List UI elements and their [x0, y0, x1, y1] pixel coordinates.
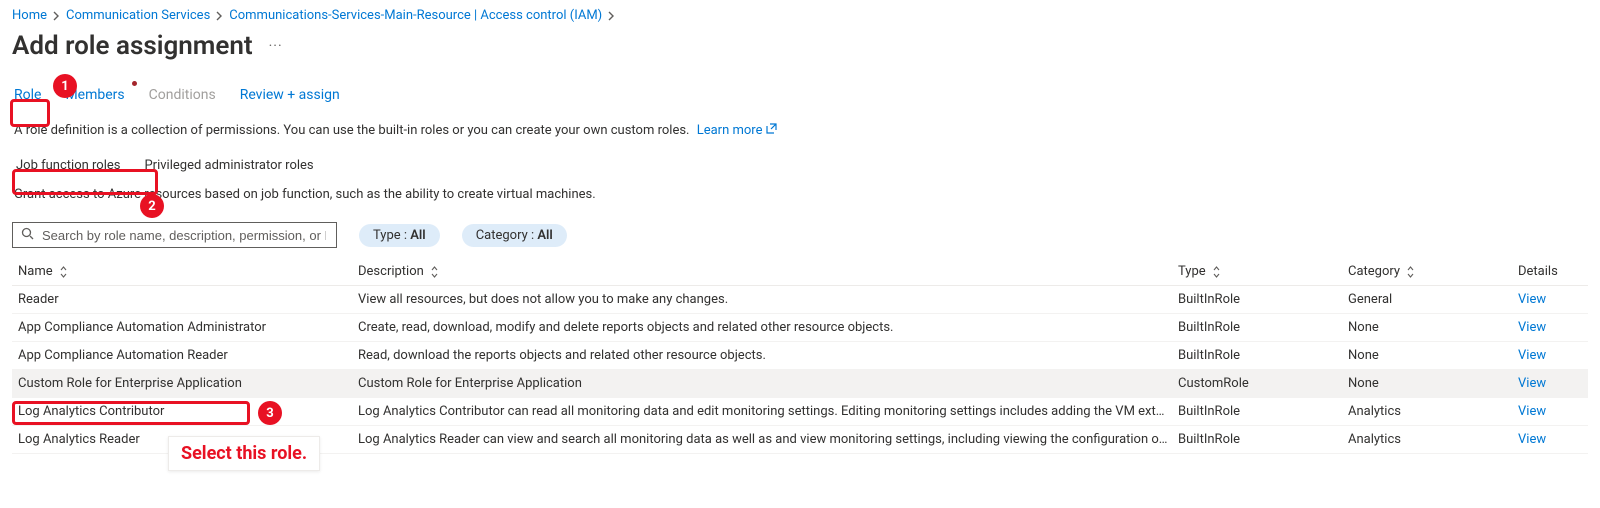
table-row[interactable]: App Compliance Automation Reader Read, d…: [12, 342, 1588, 370]
column-name[interactable]: Name: [18, 264, 358, 279]
title-row: Add role assignment ···: [12, 27, 1588, 83]
column-type-label: Type: [1178, 264, 1206, 279]
subtab-privileged-admin-roles[interactable]: Privileged administrator roles: [142, 154, 315, 177]
search-box[interactable]: [12, 222, 337, 248]
tab-role[interactable]: Role: [12, 83, 43, 107]
external-link-icon: [766, 123, 777, 134]
tab-review-assign[interactable]: Review + assign: [238, 83, 342, 107]
view-link[interactable]: View: [1518, 320, 1598, 335]
search-icon: [21, 227, 34, 244]
cell-desc: Log Analytics Reader can view and search…: [358, 432, 1178, 447]
breadcrumb: Home Communication Services Communicatio…: [12, 8, 1588, 27]
cell-type: BuiltInRole: [1178, 404, 1348, 419]
sort-icon: [430, 266, 439, 278]
cell-desc: Read, download the reports objects and r…: [358, 348, 1178, 363]
sort-icon: [1406, 266, 1415, 278]
learn-more-link[interactable]: Learn more: [697, 123, 777, 138]
cell-cat: General: [1348, 292, 1518, 307]
cell-type: BuiltInRole: [1178, 292, 1348, 307]
cell-name: App Compliance Automation Reader: [18, 348, 358, 363]
column-description[interactable]: Description: [358, 264, 1178, 279]
cell-desc: Custom Role for Enterprise Application: [358, 376, 1178, 391]
view-link[interactable]: View: [1518, 348, 1598, 363]
cell-cat: Analytics: [1348, 404, 1518, 419]
cell-desc: Log Analytics Contributor can read all m…: [358, 404, 1178, 419]
breadcrumb-resource-iam[interactable]: Communications-Services-Main-Resource | …: [229, 8, 602, 23]
filter-type-value: All: [410, 228, 425, 243]
role-description-text: A role definition is a collection of per…: [14, 123, 689, 138]
annotation-select-this-role: Select this role.: [168, 436, 320, 471]
table-row[interactable]: App Compliance Automation Administrator …: [12, 314, 1588, 342]
cell-name: Log Analytics Contributor: [18, 404, 358, 419]
view-link[interactable]: View: [1518, 432, 1598, 447]
table-row[interactable]: Custom Role for Enterprise Application C…: [12, 370, 1588, 398]
column-details: Details: [1518, 264, 1598, 279]
chevron-right-icon: [608, 11, 615, 21]
view-link[interactable]: View: [1518, 376, 1598, 391]
page-title: Add role assignment: [12, 31, 253, 61]
filter-category-value: All: [537, 228, 552, 243]
filter-row: Type : All Category : All: [12, 216, 1588, 258]
subtab-job-function-roles[interactable]: Job function roles: [14, 154, 122, 177]
table-row[interactable]: Reader View all resources, but does not …: [12, 286, 1588, 314]
chevron-right-icon: [53, 11, 60, 21]
cell-desc: Create, read, download, modify and delet…: [358, 320, 1178, 335]
role-description: A role definition is a collection of per…: [12, 117, 1588, 144]
tab-members-label: Members: [65, 87, 124, 103]
cell-cat: None: [1348, 348, 1518, 363]
filter-type-label: Type :: [373, 228, 410, 243]
cell-name: Reader: [18, 292, 358, 307]
breadcrumb-home[interactable]: Home: [12, 8, 47, 23]
roles-table: Name Description Type Category Details R…: [12, 258, 1588, 454]
cell-cat: None: [1348, 376, 1518, 391]
cell-name: Custom Role for Enterprise Application: [18, 376, 358, 391]
cell-type: BuiltInRole: [1178, 432, 1348, 447]
learn-more-label: Learn more: [697, 123, 763, 138]
tab-conditions: Conditions: [147, 83, 218, 107]
table-row[interactable]: Log Analytics Contributor Log Analytics …: [12, 398, 1588, 426]
cell-type: BuiltInRole: [1178, 348, 1348, 363]
sort-icon: [59, 266, 68, 278]
column-type[interactable]: Type: [1178, 264, 1348, 279]
sort-icon: [1212, 266, 1221, 278]
filter-category-label: Category :: [476, 228, 538, 243]
column-description-label: Description: [358, 264, 424, 279]
cell-type: BuiltInRole: [1178, 320, 1348, 335]
column-category[interactable]: Category: [1348, 264, 1518, 279]
view-link[interactable]: View: [1518, 292, 1598, 307]
table-header: Name Description Type Category Details: [12, 258, 1588, 286]
cell-cat: None: [1348, 320, 1518, 335]
job-function-description: Grant access to Azure resources based on…: [12, 181, 1588, 216]
attention-dot-icon: [132, 81, 137, 86]
cell-name: App Compliance Automation Administrator: [18, 320, 358, 335]
cell-type: CustomRole: [1178, 376, 1348, 391]
more-icon[interactable]: ···: [269, 38, 283, 54]
search-input[interactable]: [40, 227, 328, 244]
column-category-label: Category: [1348, 264, 1400, 279]
filter-pill-type[interactable]: Type : All: [359, 224, 440, 247]
tabs: Role Members Conditions Review + assign: [12, 83, 1588, 117]
filter-pill-category[interactable]: Category : All: [462, 224, 567, 247]
cell-cat: Analytics: [1348, 432, 1518, 447]
view-link[interactable]: View: [1518, 404, 1598, 419]
tab-members[interactable]: Members: [63, 83, 126, 107]
breadcrumb-communication-services[interactable]: Communication Services: [66, 8, 210, 23]
cell-desc: View all resources, but does not allow y…: [358, 292, 1178, 307]
column-name-label: Name: [18, 264, 53, 279]
chevron-right-icon: [216, 11, 223, 21]
role-type-tabs: Job function roles Privileged administra…: [12, 144, 1588, 181]
column-details-label: Details: [1518, 264, 1558, 279]
